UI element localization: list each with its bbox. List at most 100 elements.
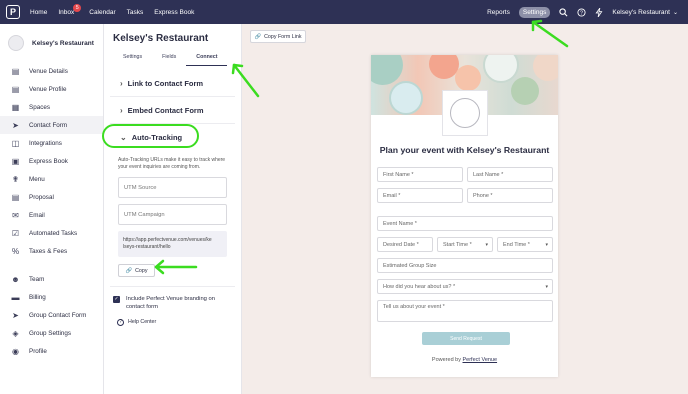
- lightning-icon[interactable]: [595, 7, 603, 17]
- branding-checkbox[interactable]: ✓: [113, 296, 120, 303]
- venue-logo-image: [442, 90, 488, 136]
- cursor-icon: ➤: [12, 310, 19, 320]
- sidebar-item-profile[interactable]: ◉ Profile: [0, 342, 103, 360]
- copy-url-button[interactable]: 🔗 Copy: [118, 264, 155, 277]
- nav-inbox[interactable]: Inbox 5: [58, 3, 82, 16]
- app-logo[interactable]: P: [6, 5, 20, 19]
- search-icon[interactable]: [559, 7, 568, 17]
- phone-field[interactable]: Phone *: [467, 188, 553, 203]
- powered-by-text: Powered by: [431, 357, 461, 363]
- utm-source-input[interactable]: UTM Source: [118, 177, 227, 198]
- svg-text:?: ?: [580, 10, 583, 16]
- tab-settings[interactable]: Settings: [113, 50, 152, 66]
- help-center-link[interactable]: ? Help Center: [117, 318, 241, 326]
- tracking-url-line-1: https://app.perfectvenue.com/venues/ke: [123, 237, 212, 243]
- calendar-icon: ▣: [11, 156, 20, 166]
- sidebar-item-venue-profile[interactable]: ▤ Venue Profile: [0, 80, 103, 98]
- list-icon: ▤: [11, 66, 20, 76]
- desired-date-field[interactable]: Desired Date *: [377, 237, 433, 252]
- event-name-field[interactable]: Event Name *: [377, 216, 553, 231]
- venue-avatar: [8, 35, 24, 51]
- end-time-label: End Time *: [503, 241, 530, 248]
- sidebar-item-team[interactable]: ☻ Team: [0, 270, 103, 288]
- panel-tabs: Settings Fields Connect: [104, 50, 241, 66]
- sidebar-item-group-contact-form[interactable]: ➤ Group Contact Form: [0, 306, 103, 324]
- sidebar-item-label: Team: [29, 275, 45, 283]
- divider: [110, 286, 235, 287]
- sidebar-item-billing[interactable]: ▬ Billing: [0, 288, 103, 306]
- card-icon: ▬: [11, 292, 20, 302]
- sidebar-item-label: Billing: [29, 293, 46, 301]
- link-icon: 🔗: [254, 33, 262, 40]
- chevron-down-icon: ▾: [545, 241, 548, 248]
- sidebar-item-integrations[interactable]: ◫ Integrations: [0, 134, 103, 152]
- sidebar-item-label: Email: [29, 211, 45, 219]
- event-details-textarea[interactable]: Tell us about your event *: [377, 300, 553, 322]
- panel-title: Kelsey's Restaurant: [113, 33, 209, 44]
- nav-reports[interactable]: Reports: [487, 9, 510, 16]
- nav-tasks[interactable]: Tasks: [127, 9, 144, 16]
- logo-letter: P: [9, 7, 16, 17]
- nav-right-group: Reports Settings ? Kelsey's Restaurant ⌄: [487, 0, 678, 24]
- box-icon: ◫: [11, 138, 20, 148]
- tab-fields[interactable]: Fields: [152, 50, 186, 66]
- copy-form-link-label: Copy Form Link: [264, 33, 302, 40]
- email-field[interactable]: Email *: [377, 188, 463, 203]
- accordion-embed-contact-form[interactable]: › Embed Contact Form: [110, 97, 235, 124]
- branding-option[interactable]: ✓ Include Perfect Venue branding on cont…: [113, 295, 241, 312]
- sidebar-item-group-settings[interactable]: ◈ Group Settings: [0, 324, 103, 342]
- sidebar-item-proposal[interactable]: ▤ Proposal: [0, 188, 103, 206]
- sidebar-item-taxes-fees[interactable]: % Taxes & Fees: [0, 242, 103, 260]
- start-time-select[interactable]: Start Time * ▾: [437, 237, 493, 252]
- chevron-right-icon: ›: [120, 78, 123, 88]
- copy-form-link-button[interactable]: 🔗 Copy Form Link: [250, 30, 306, 43]
- group-size-field[interactable]: Estimated Group Size: [377, 258, 553, 273]
- chevron-down-icon: ▾: [545, 283, 548, 290]
- main-nav-links: Home Inbox 5 Calendar Tasks Express Book: [30, 3, 205, 16]
- contact-form-preview: Plan your event with Kelsey's Restaurant…: [371, 55, 558, 377]
- tracking-url-line-2: lseys-restaurant/hello: [123, 244, 171, 251]
- send-request-button[interactable]: Send Request: [422, 332, 510, 345]
- auto-tracking-description: Auto-Tracking URLs make it easy to track…: [118, 157, 226, 170]
- sidebar-item-menu[interactable]: ✟ Menu: [0, 170, 103, 188]
- sidebar-item-label: Venue Profile: [29, 85, 67, 93]
- sidebar-item-label: Spaces: [29, 103, 51, 111]
- nav-home[interactable]: Home: [30, 9, 47, 16]
- sidebar-item-spaces[interactable]: ▦ Spaces: [0, 98, 103, 116]
- user-circle-icon: ◉: [12, 346, 19, 356]
- question-icon: ?: [117, 318, 124, 326]
- grid-icon: ▦: [11, 102, 20, 112]
- settings-sidebar: Kelsey's Restaurant ▤ Venue Details ▤ Venu…: [0, 24, 104, 394]
- contact-form-settings-panel: Kelsey's Restaurant Settings Fields Conn…: [104, 24, 242, 394]
- sidebar-item-label: Profile: [29, 347, 47, 355]
- hear-about-select[interactable]: How did you hear about us? * ▾: [377, 279, 553, 294]
- end-time-select[interactable]: End Time * ▾: [497, 237, 553, 252]
- nav-inbox-label: Inbox: [58, 8, 75, 16]
- accordion-link-to-contact-form[interactable]: › Link to Contact Form: [110, 70, 235, 97]
- sidebar-item-express-book[interactable]: ▣ Express Book: [0, 152, 103, 170]
- link-icon: 🔗: [125, 267, 133, 274]
- accordion-label: Embed Contact Form: [127, 105, 204, 115]
- first-name-field[interactable]: First Name *: [377, 167, 463, 182]
- form-title: Plan your event with Kelsey's Restaurant: [379, 145, 550, 155]
- venue-header: Kelsey's Restaurant: [0, 24, 103, 62]
- nav-calendar[interactable]: Calendar: [89, 9, 115, 16]
- perfect-venue-link[interactable]: Perfect Venue: [463, 357, 498, 363]
- inbox-count-badge: 5: [73, 3, 82, 12]
- sidebar-item-automated-tasks[interactable]: ☑ Automated Tasks: [0, 224, 103, 242]
- percent-icon: %: [11, 246, 20, 256]
- last-name-field[interactable]: Last Name *: [467, 167, 553, 182]
- document-icon: ▤: [11, 192, 20, 202]
- utm-campaign-input[interactable]: UTM Campaign: [118, 204, 227, 225]
- envelope-icon: ✉: [12, 210, 19, 220]
- help-icon[interactable]: ?: [577, 7, 586, 17]
- auto-tracking-highlight: [102, 124, 199, 148]
- tab-connect[interactable]: Connect: [186, 50, 228, 66]
- account-menu[interactable]: Kelsey's Restaurant ⌄: [612, 9, 678, 16]
- sidebar-item-email[interactable]: ✉ Email: [0, 206, 103, 224]
- sidebar-item-label: Group Settings: [29, 329, 72, 337]
- sidebar-item-venue-details[interactable]: ▤ Venue Details: [0, 62, 103, 80]
- sidebar-item-contact-form[interactable]: ➤ Contact Form: [0, 116, 103, 134]
- nav-settings[interactable]: Settings: [518, 6, 551, 18]
- nav-express-book[interactable]: Express Book: [154, 9, 194, 16]
